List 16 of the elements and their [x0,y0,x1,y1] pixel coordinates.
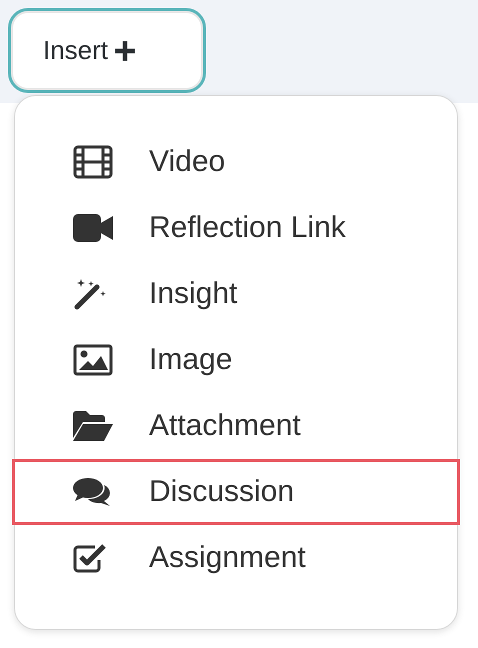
menu-item[interactable]: Assignment [12,525,460,591]
menu-item[interactable]: Reflection Link [12,195,460,261]
image-icon [73,344,113,376]
chat-bubbles-icon [73,477,113,507]
checkbox-icon [73,542,109,574]
menu-item[interactable]: Insight [12,261,460,327]
menu-item[interactable]: Discussion [12,459,460,525]
menu-item[interactable]: Image [12,327,460,393]
video-camera-icon [73,214,113,242]
menu-item[interactable]: Video [12,129,460,195]
menu-item[interactable]: Attachment [12,393,460,459]
insert-button[interactable]: Insert [8,8,206,93]
plus-icon [114,40,136,62]
magic-wand-icon [73,277,107,311]
folder-icon [73,410,113,442]
film-icon [73,145,113,179]
